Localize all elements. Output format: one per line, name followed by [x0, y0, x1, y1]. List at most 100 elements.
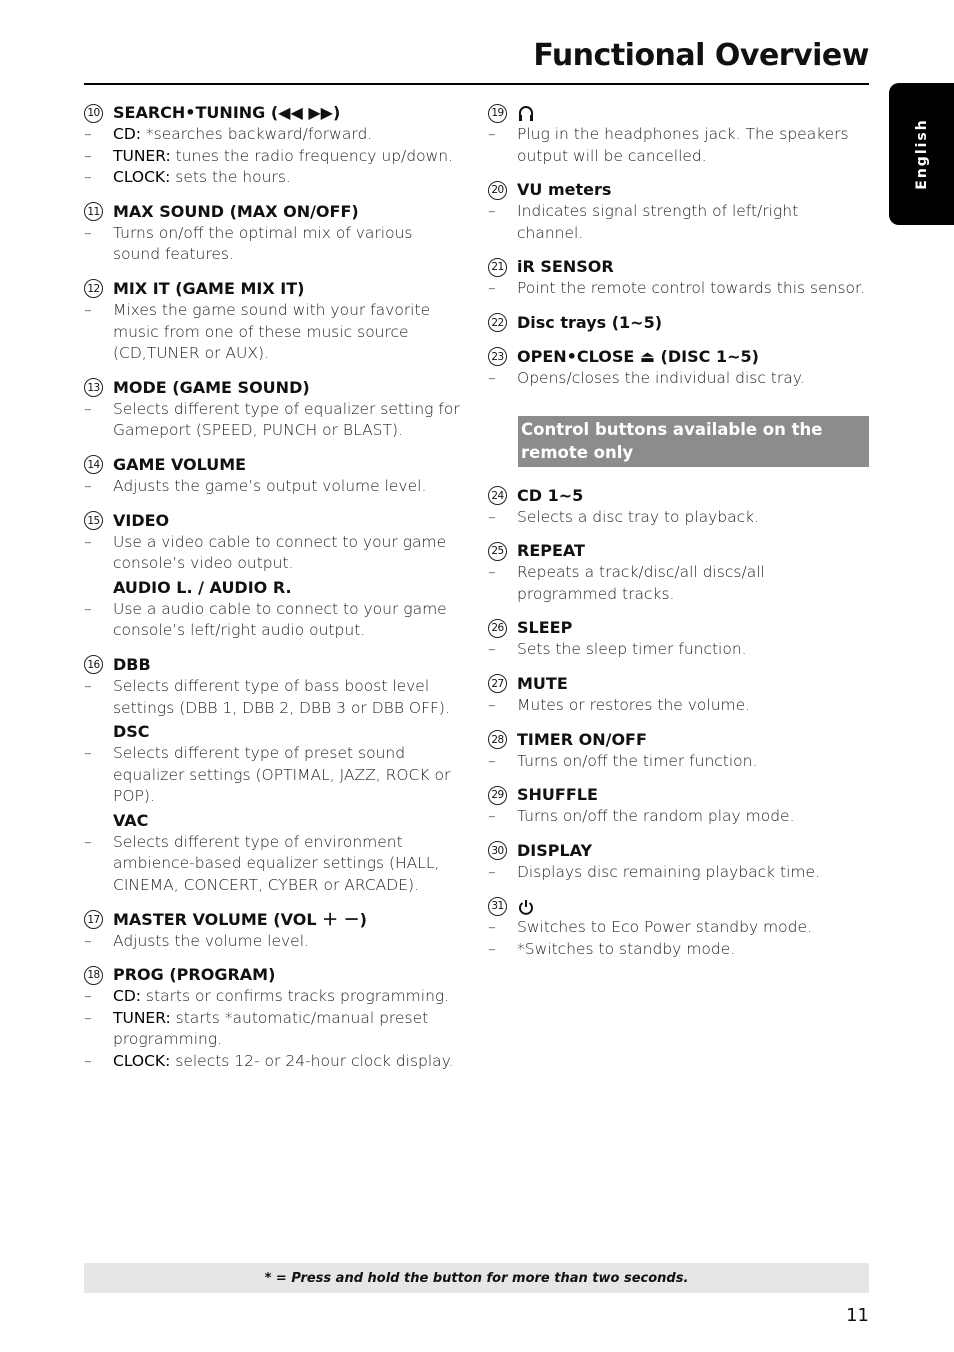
- bullet-dash: –: [488, 368, 496, 387]
- description-line: – Sets the sleep timer function.: [488, 639, 869, 661]
- control-item: 10 SEARCH•TUNING (◀◀ ▶▶) – CD: *searches ba…: [84, 102, 464, 189]
- control-heading: 28 TIMER ON/OFF: [488, 729, 869, 751]
- description-line: – Displays disc remaining playback time.: [488, 862, 869, 884]
- control-heading: 15 VIDEO: [84, 510, 464, 532]
- left-column: 10 SEARCH•TUNING (◀◀ ▶▶) – CD: *searches ba…: [84, 102, 464, 1085]
- description-text: Selects different type of preset sound e…: [113, 744, 451, 806]
- item-number: 20: [488, 180, 507, 200]
- description-text: Sets the sleep timer function.: [517, 640, 747, 659]
- control-title: PROG (PROGRAM): [113, 965, 276, 985]
- item-number: 22: [488, 313, 507, 333]
- bullet-dash: –: [84, 223, 92, 242]
- label-key: TUNER:: [113, 1008, 171, 1027]
- description-text: Indicates signal strength of left/right …: [517, 202, 799, 242]
- item-number: 23: [488, 347, 507, 367]
- control-title: Disc trays (1~5): [517, 312, 663, 332]
- bullet-dash: –: [84, 987, 92, 1006]
- description-text: Turns on/off the timer function.: [517, 751, 758, 770]
- bullet-dash: –: [84, 1052, 92, 1071]
- description-text: Turns on/off the optimal mix of various …: [113, 223, 413, 264]
- item-number: 31: [488, 896, 507, 916]
- item-number: 19: [488, 103, 507, 123]
- control-heading: 25 REPEAT: [488, 540, 869, 562]
- description-text: selects 12- or 24-hour clock display.: [170, 1052, 454, 1071]
- description-line: – Turns on/off the timer function.: [488, 751, 869, 773]
- description-text: starts or confirms tracks programming.: [140, 987, 450, 1006]
- control-item: 25 REPEAT – Repeats a track/disc/all discs/…: [488, 540, 869, 605]
- description-text: Selects a disc tray to playback.: [517, 507, 760, 526]
- bullet-dash: –: [84, 399, 92, 418]
- description-text: Selects different type of environment am…: [113, 832, 440, 895]
- control-item: 31 – Switches to Eco Power standby mode. – *…: [488, 895, 869, 960]
- bullet-dash: –: [84, 476, 92, 495]
- control-heading: 27 MUTE: [488, 673, 869, 695]
- page-title: Functional Overview: [533, 38, 869, 73]
- control-title: REPEAT: [517, 541, 585, 561]
- description-line: – Turns on/off the random play mode.: [488, 806, 869, 828]
- control-heading: 19: [488, 102, 869, 124]
- control-title: SEARCH•TUNING (◀◀ ▶▶): [113, 103, 341, 122]
- description-text: *Switches to standby mode.: [517, 939, 736, 958]
- bullet-dash: –: [84, 300, 92, 319]
- control-title: OPEN•CLOSE ⏏ (DISC 1~5): [517, 346, 759, 366]
- control-title: MIX IT (GAME MIX IT): [113, 278, 305, 298]
- control-heading: 12 MIX IT (GAME MIX IT): [84, 278, 464, 300]
- control-item: 17 MASTER VOLUME (VOL ＋ －) – Adjusts the vo…: [84, 909, 464, 953]
- description-text: Adjusts the game’s output volume level.: [113, 476, 427, 495]
- control-item: 14 GAME VOLUME – Adjusts the game’s output …: [84, 454, 464, 498]
- control-item: 26 SLEEP – Sets the sleep timer function.: [488, 617, 869, 661]
- control-title: SLEEP: [517, 618, 573, 638]
- control-title: MUTE: [517, 673, 568, 693]
- description-line: – Selects different type of preset sound …: [84, 743, 464, 808]
- bullet-dash: –: [488, 918, 496, 937]
- description-line: – TUNER: starts *automatic/manual preset …: [84, 1008, 464, 1051]
- control-subheading: AUDIO L. / AUDIO R.: [113, 577, 292, 597]
- bullet-dash: –: [84, 1008, 92, 1027]
- control-heading: 23 OPEN•CLOSE ⏏ (DISC 1~5): [488, 346, 869, 368]
- bullet-dash: –: [488, 202, 496, 221]
- control-heading: 20 VU meters: [488, 179, 869, 201]
- description-line: – Adjusts the volume level.: [84, 931, 464, 953]
- control-title: TIMER ON/OFF: [517, 729, 647, 749]
- item-number: 28: [488, 730, 507, 750]
- footer-note-text: * = Press and hold the button for more t…: [264, 1270, 689, 1286]
- bullet-dash: –: [488, 862, 496, 881]
- control-item: 18 PROG (PROGRAM) – CD: starts or confirms …: [84, 964, 464, 1072]
- description-line: – Use a audio cable to connect to your ga…: [84, 599, 464, 642]
- control-heading: 22 Disc trays (1~5): [488, 312, 869, 334]
- control-item: 16 DBB – Selects different type of bass boo…: [84, 654, 464, 897]
- item-number: 18: [84, 965, 103, 985]
- description-line: – Selects different type of equalizer set…: [84, 399, 464, 442]
- description-text: Adjusts the volume level.: [113, 931, 309, 950]
- control-heading: 29 SHUFFLE: [488, 784, 869, 806]
- description-text: Displays disc remaining playback time.: [517, 862, 820, 881]
- title-rule: [84, 83, 869, 85]
- bullet-dash: –: [488, 563, 496, 582]
- control-item: 29 SHUFFLE – Turns on/off the random play m…: [488, 784, 869, 828]
- item-number: 11: [84, 202, 103, 222]
- right-column: 19 – Plug in the headphones jack. The spea…: [488, 102, 869, 973]
- description-text: Repeats a track/disc/all discs/all progr…: [517, 563, 765, 603]
- control-heading: 31: [488, 895, 869, 917]
- control-heading: 18 PROG (PROGRAM): [84, 964, 464, 986]
- control-title: VIDEO: [113, 510, 170, 530]
- bullet-dash: –: [488, 125, 496, 143]
- language-tab: English: [889, 83, 954, 225]
- bullet-dash: –: [84, 125, 92, 143]
- description-text: Opens/closes the individual disc tray.: [517, 368, 805, 387]
- description-line: – CLOCK: selects 12- or 24-hour clock dis…: [84, 1051, 464, 1073]
- bullet-dash: –: [84, 146, 92, 165]
- control-heading: 24 CD 1~5: [488, 485, 869, 507]
- control-item: 15 VIDEO – Use a video cable to connect to …: [84, 510, 464, 642]
- label-key: CD:: [113, 125, 141, 143]
- item-number: 12: [84, 279, 103, 299]
- bullet-dash: –: [84, 832, 92, 851]
- description-line: – Opens/closes the individual disc tray.: [488, 368, 869, 390]
- control-heading: 13 MODE (GAME SOUND): [84, 377, 464, 399]
- label-key: TUNER:: [113, 146, 171, 165]
- item-number: 30: [488, 841, 507, 861]
- item-number: 17: [84, 910, 103, 930]
- bullet-dash: –: [488, 939, 496, 958]
- bullet-dash: –: [84, 744, 92, 763]
- item-number: 21: [488, 257, 507, 277]
